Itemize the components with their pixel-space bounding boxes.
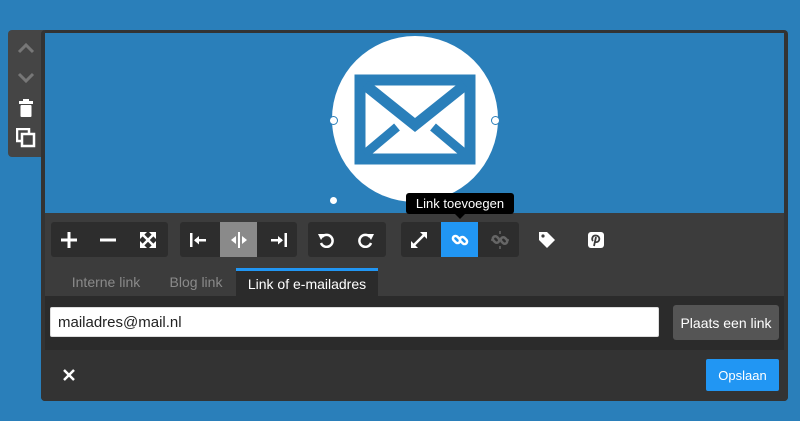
editor-footer: Opslaan xyxy=(41,350,788,401)
rotate-left-icon[interactable] xyxy=(307,222,344,257)
tag-icon[interactable] xyxy=(528,222,565,257)
link-input[interactable] xyxy=(50,307,659,337)
unlink-icon[interactable] xyxy=(481,222,518,257)
close-icon[interactable] xyxy=(61,367,77,383)
tab-link-of-emailadres[interactable]: Link of e-mailadres xyxy=(236,268,378,296)
tooltip-arrow xyxy=(455,214,465,219)
tab-interne-link[interactable]: Interne link xyxy=(56,268,156,296)
align-center-icon[interactable] xyxy=(220,222,257,257)
resize-handle-bottom[interactable] xyxy=(329,196,338,205)
align-left-icon[interactable] xyxy=(179,222,216,257)
rotate-right-icon[interactable] xyxy=(347,222,384,257)
save-button[interactable]: Opslaan xyxy=(706,359,779,391)
trash-icon[interactable] xyxy=(14,96,38,120)
pinterest-icon[interactable] xyxy=(577,222,614,257)
resize-icon[interactable] xyxy=(400,222,437,257)
move-up-icon[interactable] xyxy=(14,36,38,60)
link-tabs: Interne link Blog link Link of e-mailadr… xyxy=(45,263,784,296)
link-tooltip: Link toevoegen xyxy=(406,193,514,214)
image-toolbar xyxy=(45,213,784,263)
resize-handle-right[interactable] xyxy=(491,116,500,125)
zoom-in-icon[interactable] xyxy=(50,222,87,257)
duplicate-icon[interactable] xyxy=(14,126,38,150)
image-editor-panel: Interne link Blog link Link of e-mailadr… xyxy=(41,30,788,401)
align-right-icon[interactable] xyxy=(260,222,297,257)
zoom-out-icon[interactable] xyxy=(89,222,126,257)
tab-blog-link[interactable]: Blog link xyxy=(156,268,236,296)
link-icon[interactable] xyxy=(441,222,478,257)
move-down-icon[interactable] xyxy=(14,66,38,90)
email-icon xyxy=(332,36,498,202)
link-form: Plaats een link xyxy=(45,296,784,350)
side-toolbar xyxy=(8,30,44,157)
fullscreen-icon[interactable] xyxy=(129,222,166,257)
image-preview xyxy=(45,33,784,213)
resize-handle-left[interactable] xyxy=(329,116,338,125)
place-link-button[interactable]: Plaats een link xyxy=(673,305,779,340)
